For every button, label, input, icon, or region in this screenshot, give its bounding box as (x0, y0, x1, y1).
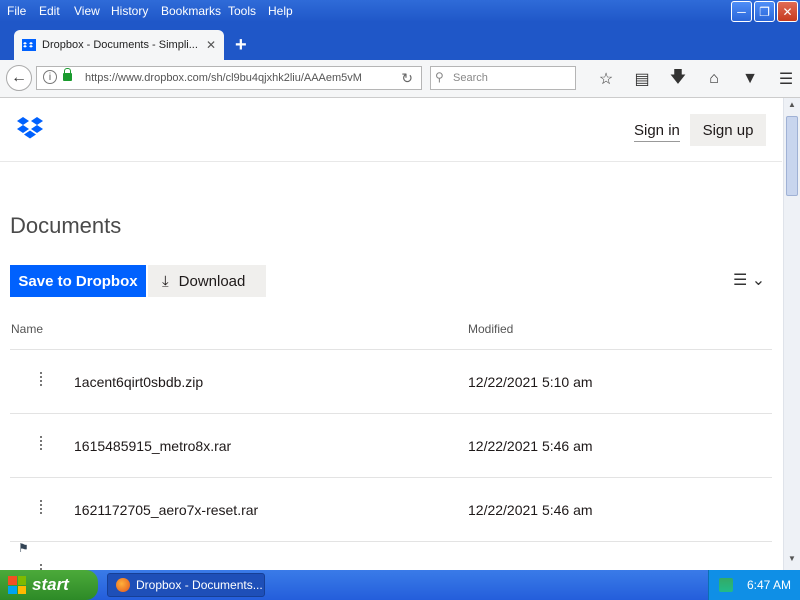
zip-file-icon (40, 500, 46, 514)
flag-icon[interactable]: ⚑ (18, 541, 29, 555)
column-header-modified[interactable]: Modified (468, 322, 513, 336)
scroll-up-icon[interactable]: ▲ (786, 100, 798, 114)
menu-bookmarks[interactable]: Bookmarks (161, 4, 221, 18)
menu-tools[interactable]: Tools (228, 4, 256, 18)
zip-file-icon (40, 372, 46, 386)
search-icon: ⚲ (435, 70, 444, 84)
menu-history[interactable]: History (111, 4, 148, 18)
sign-up-button[interactable]: Sign up (690, 114, 766, 146)
file-name[interactable]: 1615485915_metro8x.rar (74, 438, 231, 454)
minimize-button[interactable]: ─ (731, 1, 752, 22)
file-name[interactable]: 1621172705_aero7x-reset.rar (74, 502, 258, 518)
scroll-down-icon[interactable]: ▼ (786, 554, 798, 568)
file-modified: 12/22/2021 5:46 am (468, 438, 593, 454)
column-header-name[interactable]: Name (11, 322, 43, 336)
windows-logo-icon (8, 576, 26, 594)
back-button[interactable]: ← (6, 65, 32, 91)
reading-list-icon[interactable]: ▤ (624, 68, 660, 90)
taskbar: start Dropbox - Documents... 6:47 AM (0, 570, 800, 600)
table-row[interactable]: 1acent6qirt0sbdb.zip 12/22/2021 5:10 am (10, 350, 772, 414)
home-icon[interactable]: ⌂ (696, 68, 732, 90)
taskbar-item-firefox[interactable]: Dropbox - Documents... (107, 573, 265, 597)
page-scrollbar[interactable]: ▲ ▼ (783, 98, 800, 570)
file-modified: 12/22/2021 5:10 am (468, 374, 593, 390)
network-tray-icon[interactable] (719, 578, 733, 592)
url-bar[interactable]: i https://www.dropbox.com/sh/cl9bu4qjxhk… (36, 66, 422, 90)
page-content: Sign in Sign up Documents Save to Dropbo… (0, 98, 782, 570)
downloads-icon[interactable]: 🡇 (660, 68, 696, 90)
scroll-thumb[interactable] (786, 116, 798, 196)
menu-edit[interactable]: Edit (39, 4, 60, 18)
view-toggle-button[interactable]: ☰ ⌄ (733, 270, 765, 290)
file-modified: 12/22/2021 5:46 am (468, 502, 593, 518)
close-tab-icon[interactable]: ✕ (206, 38, 216, 52)
url-text: https://www.dropbox.com/sh/cl9bu4qjxhk2l… (85, 72, 362, 84)
search-input[interactable]: ⚲ Search (430, 66, 576, 90)
close-window-button[interactable]: ✕ (777, 1, 798, 22)
tab-dropbox[interactable]: Dropbox - Documents - Simpli... ✕ (14, 30, 224, 60)
save-to-dropbox-button[interactable]: Save to Dropbox (10, 265, 146, 297)
nav-bar: ← i https://www.dropbox.com/sh/cl9bu4qjx… (0, 60, 800, 98)
sign-in-link[interactable]: Sign in (634, 122, 680, 142)
menu-file[interactable]: File (7, 4, 26, 18)
dropbox-logo-icon[interactable] (16, 116, 44, 140)
dropbox-favicon-icon (22, 39, 36, 51)
menu-view[interactable]: View (74, 4, 100, 18)
clock: 6:47 AM (747, 578, 792, 592)
info-icon[interactable]: i (43, 70, 57, 84)
search-placeholder: Search (453, 72, 488, 84)
bookmark-star-icon[interactable]: ☆ (588, 68, 624, 90)
file-name[interactable]: 1acent6qirt0sbdb.zip (74, 374, 203, 390)
tab-title: Dropbox - Documents - Simpli... (42, 39, 198, 51)
start-button[interactable]: start (0, 570, 98, 600)
site-header: Sign in Sign up (0, 98, 782, 162)
system-tray: 6:47 AM (708, 570, 800, 600)
pocket-icon[interactable]: ▼ (732, 68, 768, 90)
tab-strip: Dropbox - Documents - Simpli... ✕ + (0, 22, 800, 60)
task-label: Dropbox - Documents... (136, 578, 263, 592)
download-icon: ⤓ (162, 272, 169, 290)
lock-icon (63, 68, 72, 81)
start-label: start (32, 575, 69, 594)
download-button[interactable]: ⤓ Download (148, 265, 266, 297)
table-row-partial[interactable] (10, 542, 772, 570)
table-row[interactable]: 1621172705_aero7x-reset.rar 12/22/2021 5… (10, 478, 772, 542)
hamburger-menu-icon[interactable]: ☰ (768, 68, 800, 90)
download-label: Download (178, 272, 246, 290)
new-tab-button[interactable]: + (235, 34, 247, 57)
zip-file-icon (40, 436, 46, 450)
menu-help[interactable]: Help (268, 4, 293, 18)
table-row[interactable]: 1615485915_metro8x.rar 12/22/2021 5:46 a… (10, 414, 772, 478)
menu-bar: File Edit View History Bookmarks Tools H… (0, 0, 800, 22)
restore-button[interactable]: ❐ (754, 1, 775, 22)
firefox-icon (116, 578, 130, 592)
reload-icon[interactable]: ↻ (401, 70, 413, 87)
page-title: Documents (10, 213, 122, 238)
